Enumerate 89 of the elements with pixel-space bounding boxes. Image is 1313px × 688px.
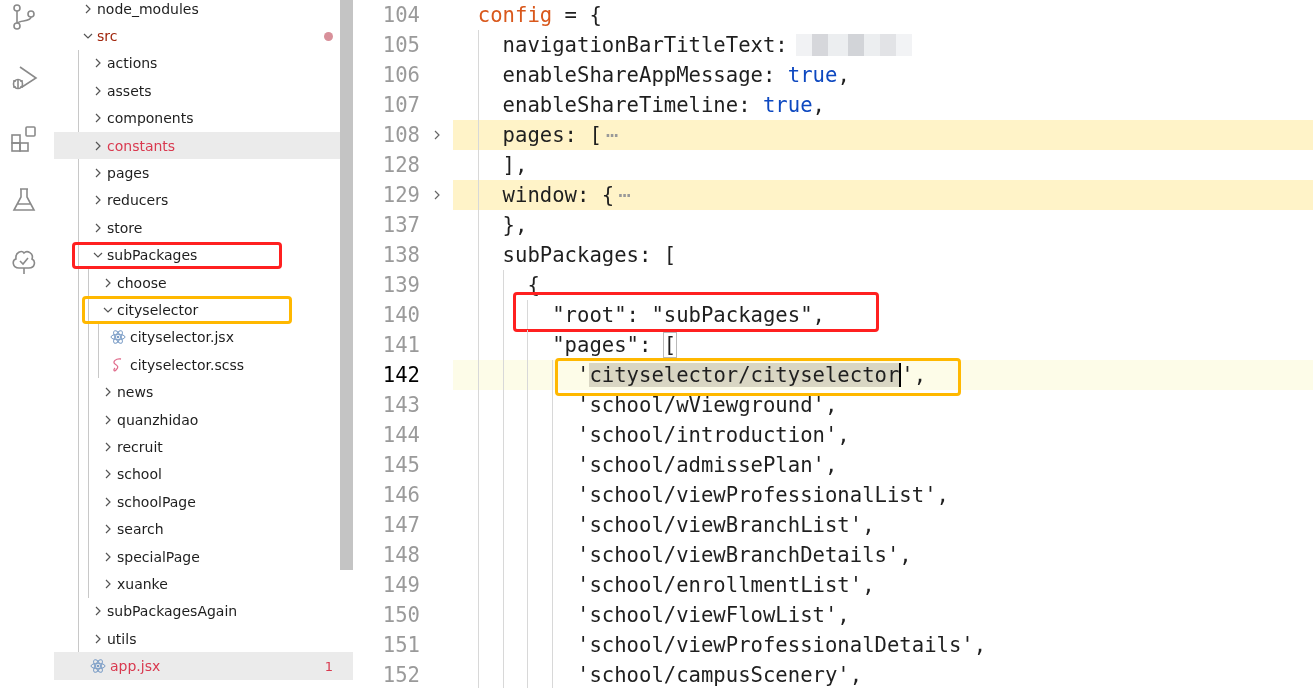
code-text: "root": "subPackages", (552, 303, 825, 327)
folder-name[interactable]: pages (107, 165, 150, 182)
code-text: 'school/introduction', (577, 423, 850, 447)
folder-name[interactable]: node_modules (97, 0, 199, 17)
code-text: config (477, 3, 553, 27)
line-number: 129 (381, 183, 420, 207)
line-number: 141 (381, 333, 420, 357)
folder-name[interactable]: choose (117, 274, 167, 291)
folder-name[interactable]: utils (107, 630, 137, 647)
code-text: navigationBarTitleText: (502, 33, 788, 57)
folder-name[interactable]: src (97, 28, 118, 45)
code-text: "pages": (552, 333, 653, 357)
code-text: 'school/viewProfessionalList', (577, 483, 949, 507)
code-text: 'school/enrollmentList', (577, 573, 875, 597)
code-text: enableShareTimeline: (502, 93, 752, 117)
folded-ellipsis: ⋯ (618, 183, 631, 207)
folded-ellipsis: ⋯ (605, 123, 619, 147)
code-text: 'school/viewBranchDetails', (577, 543, 912, 567)
problem-count: 1 (324, 658, 333, 674)
code-text: enableShareAppMessage: (502, 63, 777, 87)
line-number: 148 (381, 543, 420, 567)
code-text: window: { (502, 183, 615, 207)
folder-name[interactable]: store (107, 219, 143, 236)
line-number: 150 (381, 603, 420, 627)
code-text: 'school/viewFlowList', (577, 603, 850, 627)
line-number: 151 (381, 633, 420, 657)
folder-name[interactable]: specialPage (117, 548, 200, 565)
folder-name[interactable]: actions (107, 55, 158, 72)
line-number: 152 (381, 663, 420, 687)
folder-name[interactable]: assets (107, 82, 152, 99)
folder-name[interactable]: cityselector (117, 302, 199, 318)
line-number: 138 (381, 243, 420, 267)
code-text: true (762, 93, 813, 117)
folder-name[interactable]: components (107, 110, 194, 127)
text-cursor (899, 363, 902, 387)
code-text: true (787, 63, 838, 87)
line-number: 137 (381, 213, 420, 237)
code-text: , (812, 93, 825, 117)
code-text: = { (563, 3, 602, 27)
line-number: 105 (381, 33, 420, 57)
folder-name[interactable]: school (117, 466, 162, 483)
folder-name[interactable]: constants (107, 137, 176, 154)
file-name[interactable]: cityselector.jsx (130, 329, 234, 346)
scrollbar[interactable] (340, 0, 353, 570)
line-number: 139 (381, 273, 420, 297)
file-name[interactable]: app.jsx (110, 658, 161, 675)
code-text: ], (502, 153, 528, 177)
code-text: 'school/admissePlan', (577, 453, 838, 477)
code-text: ', (901, 363, 927, 387)
code-text: 'school/viewProfessionalDetails', (577, 633, 987, 657)
line-number: 144 (381, 423, 420, 447)
run-debug-icon[interactable] (10, 64, 38, 92)
line-number: 106 (381, 63, 420, 87)
code-text: , (837, 63, 850, 87)
folder-name[interactable]: search (117, 521, 164, 538)
folder-name[interactable]: recruit (117, 438, 163, 455)
folder-name[interactable]: schoolPage (117, 493, 196, 510)
file-name[interactable]: cityselector.scss (130, 356, 245, 373)
flask-icon[interactable] (10, 186, 38, 214)
code-text: ' (577, 363, 590, 387)
code-text: pages: [ (502, 123, 602, 147)
line-number: 145 (381, 453, 420, 477)
line-number: 142 (381, 363, 420, 387)
line-number: 140 (381, 303, 420, 327)
folder-name[interactable]: subPackagesAgain (107, 603, 238, 620)
source-control-icon[interactable] (10, 3, 38, 31)
extensions-icon[interactable] (10, 125, 38, 153)
line-number: 128 (381, 153, 420, 177)
atom-icon (110, 329, 126, 346)
line-number: 146 (381, 483, 420, 507)
line-number: 108 (381, 123, 420, 147)
folder-name[interactable]: subPackages (107, 247, 198, 264)
line-number: 104 (381, 3, 420, 27)
line-number: 107 (381, 93, 420, 117)
folder-name[interactable]: reducers (107, 192, 169, 209)
selected-code-text: cityselector/cityselector (589, 363, 900, 387)
line-number: 147 (381, 513, 420, 537)
folder-name[interactable]: news (117, 384, 154, 401)
atom-icon (90, 658, 106, 675)
code-text: subPackages: [ (502, 243, 677, 267)
folder-name[interactable]: xuanke (117, 575, 168, 592)
line-number: 143 (381, 393, 420, 417)
code-text: 'school/viewBranchList', (577, 513, 875, 537)
code-text: }, (502, 213, 528, 237)
folder-name[interactable]: quanzhidao (117, 411, 199, 428)
line-number: 149 (381, 573, 420, 597)
code-text: 'school/wViewground', (577, 393, 838, 417)
code-text: 'school/campusScenery', (577, 663, 863, 687)
matched-bracket: [ (663, 333, 677, 357)
